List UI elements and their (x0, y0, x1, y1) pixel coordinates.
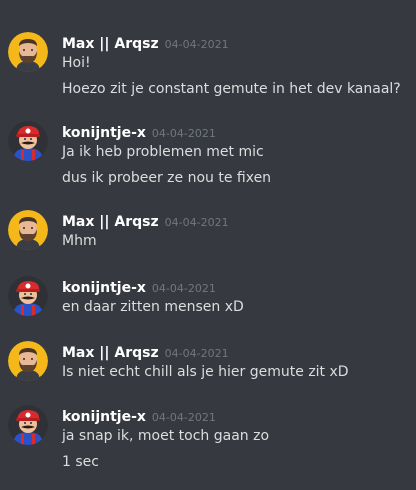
bearded-man-avatar-icon[interactable] (8, 32, 48, 72)
username[interactable]: Max || Arqsz (62, 214, 159, 230)
timestamp: 04-04-2021 (164, 347, 229, 360)
message-text: Mhm (62, 233, 97, 249)
timestamp: 04-04-2021 (164, 38, 229, 51)
chat-message-list: Max || Arqsz 04-04-2021 Hoi! Hoezo zit je… (0, 0, 416, 490)
message-header: Max || Arqsz 04-04-2021 (62, 211, 229, 233)
message-text: Is niet echt chill als je hier gemute zi… (62, 364, 349, 380)
message-header: konijntje-x 04-04-2021 (62, 122, 216, 144)
message-text: dus ik probeer ze nou te fixen (62, 170, 272, 186)
message-text: Ja ik heb problemen met mic (62, 144, 264, 160)
message-text: 1 sec (62, 454, 99, 470)
message-header: konijntje-x 04-04-2021 (62, 406, 216, 428)
mario-avatar-icon[interactable] (8, 276, 48, 316)
username[interactable]: konijntje-x (62, 409, 146, 425)
username[interactable]: Max || Arqsz (62, 36, 159, 52)
mario-avatar-icon[interactable] (8, 405, 48, 445)
message-header: Max || Arqsz 04-04-2021 (62, 342, 229, 364)
bearded-man-avatar-icon[interactable] (8, 210, 48, 250)
message-text: en daar zitten mensen xD (62, 299, 244, 315)
timestamp: 04-04-2021 (151, 411, 216, 424)
message-text: Hoi! (62, 55, 91, 71)
message-header: konijntje-x 04-04-2021 (62, 277, 216, 299)
message-text: Hoezo zit je constant gemute in het dev … (62, 81, 401, 97)
message-header: Max || Arqsz 04-04-2021 (62, 33, 229, 55)
timestamp: 04-04-2021 (151, 127, 216, 140)
message-text: ja snap ik, moet toch gaan zo (62, 428, 270, 444)
username[interactable]: konijntje-x (62, 280, 146, 296)
mario-avatar-icon[interactable] (8, 121, 48, 161)
username[interactable]: konijntje-x (62, 125, 146, 141)
timestamp: 04-04-2021 (164, 216, 229, 229)
username[interactable]: Max || Arqsz (62, 345, 159, 361)
timestamp: 04-04-2021 (151, 282, 216, 295)
bearded-man-avatar-icon[interactable] (8, 341, 48, 381)
